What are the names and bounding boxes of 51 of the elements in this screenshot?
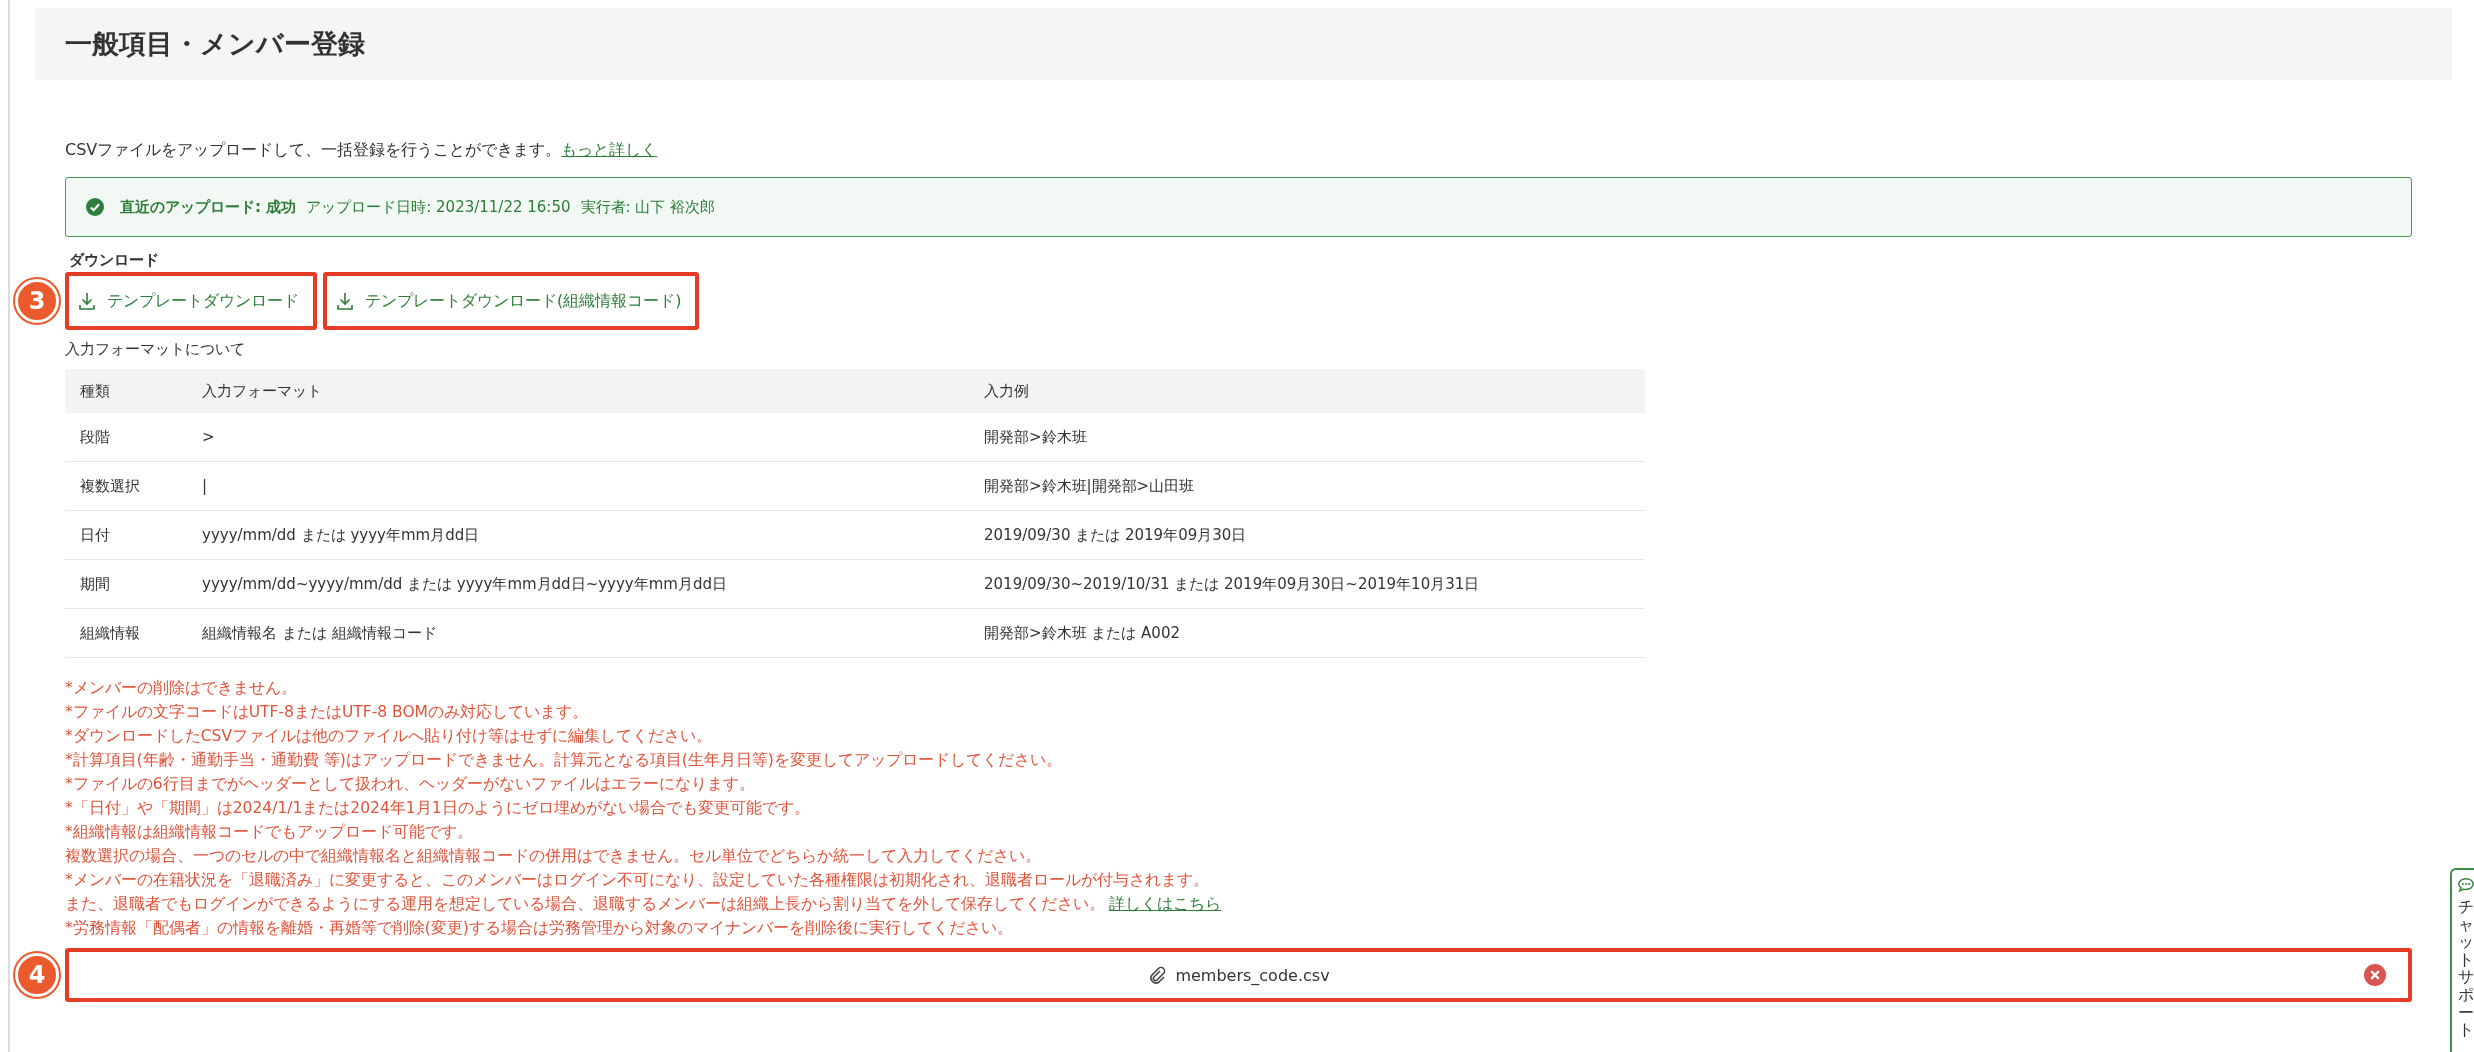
note-text: *ファイルの文字コードはUTF-8またはUTF-8 BOMのみ対応しています。 [65,702,589,723]
table-caption: 入力フォーマットについて [65,340,246,359]
table-cell: > [201,413,983,462]
column-header: 入力フォーマット [201,369,983,413]
table-cell: 期間 [65,559,201,609]
table-cell: 組織情報名 または 組織情報コード [201,608,983,658]
table-cell: yyyy/mm/dd または yyyy年mm月dd日 [201,510,983,560]
file-name: members_code.csv [1175,965,1330,985]
note-text: *メンバーの削除はできません。 [65,678,298,699]
note-text: *メンバーの在籍状況を「退職済み」に変更すると、このメンバーはログイン不可になり、設定していた各種権限は初期化され、退職者ロールが付与されます。 [65,870,1210,891]
table-cell: 開発部>鈴木班 または A002 [983,608,1645,658]
column-header: 入力例 [983,369,1645,413]
section-heading: ダウンロード [69,251,160,270]
table-cell: | [201,461,983,511]
note-text: *ファイルの6行目までがヘッダーとして扱われ、ヘッダーがないファイルはエラーになります。 [65,774,756,795]
annotation-number: 3 [15,279,59,323]
more-details-link[interactable]: もっと詳しく [561,140,658,159]
note-text: *労務情報「配偶者」の情報を離婚・再婚等で削除(変更)する場合は労務管理から対象のマイナンバーを削除後に実行してください。 [65,918,1014,939]
download-icon [77,291,97,311]
note-text: 複数選択の場合、一つのセルの中で組織情報名と組織情報コードの併用はできません。セル単位でどちらか統一して入力してください。 [65,846,1042,867]
table-cell: 2019/09/30~2019/10/31 または 2019年09月30日~2019年10月31日 [983,559,1645,609]
table-cell: 組織情報 [65,608,201,658]
details-link[interactable]: 詳しくはこちら [1109,895,1221,913]
note-text: *組織情報は組織情報コードでもアップロード可能です。 [65,822,474,843]
table-cell: 複数選択 [65,461,201,511]
download-icon [335,291,355,311]
template-download-button[interactable]: テンプレートダウンロード [65,272,317,330]
table-cell: 日付 [65,510,201,560]
template-download-button[interactable]: テンプレートダウンロード(組織情報コード) [323,272,700,330]
annotation-number: 4 [15,953,59,997]
paperclip-icon [1147,965,1168,985]
table-cell: yyyy/mm/dd~yyyy/mm/dd または yyyy年mm月dd日~yyyy年mm月dd日 [201,559,983,609]
note-text: *計算項目(年齢・通勤手当・通勤費 等)はアップロードできません。計算元となる項目(生年月日等)を変更してアップロードしてください。 [65,750,1063,771]
table-cell: 開発部>鈴木班 [983,413,1645,462]
uploader-name: 実行者: 山下 裕次郎 [580,197,716,217]
status-label: 直近のアップロード: 成功 [120,197,297,217]
chat-bubble-icon [2457,876,2474,894]
table-cell: 2019/09/30 または 2019年09月30日 [983,510,1645,560]
table-cell: 開発部>鈴木班|開発部>山田班 [983,461,1645,511]
table-cell: 段階 [65,413,201,462]
remove-icon[interactable] [2364,964,2386,986]
success-check-icon [86,198,104,216]
chat-support-tab[interactable]: チャットサポート [2450,868,2474,1052]
note-text: *ダウンロードしたCSVファイルは他のファイルへ貼り付け等はせずに編集してください。 [65,726,713,747]
upload-date: アップロード日時: 2023/11/22 16:50 [306,197,571,217]
note-text: *「日付」や「期間」は2024/1/1または2024年1月1日のようにゼロ埋めがない場合でも変更可能です。 [65,798,811,819]
column-header: 種類 [65,369,201,413]
file-drop-area[interactable]: members_code.csv [65,948,2412,1002]
note-text: また、退職者でもログインができるようにする運用を想定している場合、退職するメンバーは組織上長から割り当てを外して保存してください。 詳しくはこちら [65,894,1222,915]
page-title: 一般項目・メンバー登録 [65,27,365,61]
intro-text: CSVファイルをアップロードして、一括登録を行うことができます。 [65,140,562,159]
